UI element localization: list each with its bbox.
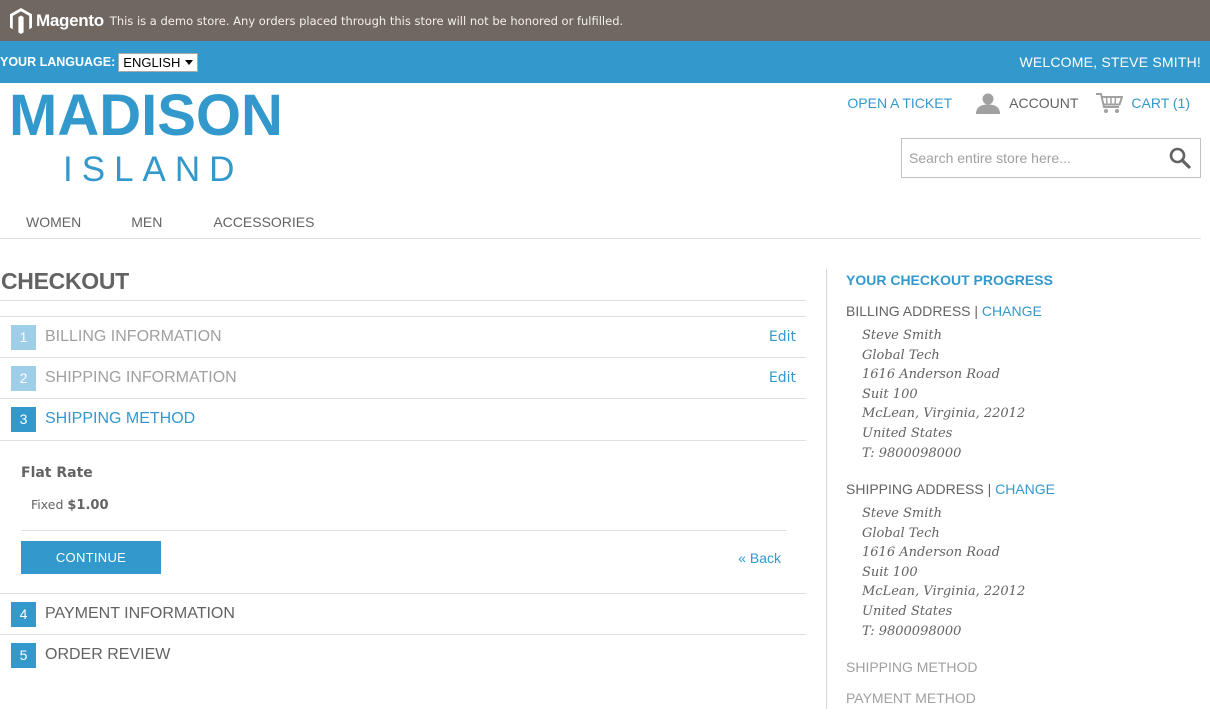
separator: | [987,481,992,497]
address-line: United States [862,425,953,441]
welcome-message: WELCOME, STEVE SMITH! [1019,54,1201,70]
step-number: 4 [11,601,36,627]
search-box [901,138,1201,178]
cart-link[interactable]: CART (1) [1096,92,1190,114]
progress-payment-method: PAYMENT METHOD [846,690,976,706]
language-bar: YOUR LANGUAGE: ENGLISH WELCOME, STEVE SM… [0,41,1210,83]
step-label: BILLING INFORMATION [45,328,222,345]
page-title: CHECKOUT [1,268,129,294]
title-divider [0,300,806,301]
address-line: T: 9800098000 [862,623,962,639]
billing-address-label: BILLING ADDRESS [846,303,971,319]
demo-notice-bar: Magento This is a demo store. Any orders… [0,0,1210,41]
language-select-value: ENGLISH [123,54,181,70]
account-icon [976,93,1001,114]
shipping-address-heading: SHIPPING ADDRESS | CHANGE [846,481,1055,497]
address-line: McLean, Virginia, 22012 [862,406,1026,422]
billing-address-heading: BILLING ADDRESS | CHANGE [846,303,1042,319]
search-input[interactable] [909,150,1159,166]
address-line: 1616 Anderson Road [862,545,1000,561]
shipping-address-block: Steve Smith Global Tech 1616 Anderson Ro… [862,504,1025,641]
step-number: 2 [11,365,36,391]
address-line: Global Tech [862,525,940,541]
dropdown-caret-icon [185,59,194,65]
magento-logo-icon [10,7,32,34]
nav-item-men[interactable]: MEN [131,204,162,238]
address-line: Global Tech [862,347,940,363]
nav-item-accessories[interactable]: ACCESSORIES [213,204,314,238]
back-link[interactable]: « Back [738,550,781,566]
address-line: Suit 100 [862,564,918,580]
shipping-option-price: $1.00 [67,498,109,513]
step-label: ORDER REVIEW [45,646,171,663]
address-line: Suit 100 [862,386,918,402]
address-line: United States [862,603,953,619]
step-label: PAYMENT INFORMATION [45,605,235,622]
step-label: SHIPPING METHOD [45,410,196,427]
sidebar-divider [826,269,827,709]
step-payment-information[interactable]: 4 PAYMENT INFORMATION [0,593,806,634]
shipping-option-label: Fixed [31,497,64,512]
account-label: ACCOUNT [1009,95,1079,111]
step-label: SHIPPING INFORMATION [45,369,237,386]
cart-icon [1096,93,1124,113]
edit-billing-link[interactable]: Edit [769,329,796,345]
edit-shipping-link[interactable]: Edit [769,370,796,386]
search-button[interactable] [1169,147,1191,174]
step-number: 3 [11,406,36,432]
main-nav: WOMEN MEN ACCESSORIES [0,204,1201,239]
open-ticket-link[interactable]: OPEN A TICKET [847,95,952,111]
shipping-method-name: Flat Rate [21,465,93,481]
separator: | [974,303,979,319]
shipping-method-panel: Flat Rate Fixed $1.00 CONTINUE « Back [0,440,806,594]
address-line: Steve Smith [862,328,942,343]
progress-shipping-method: SHIPPING METHOD [846,659,978,675]
address-line: McLean, Virginia, 22012 [862,584,1026,600]
step-number: 5 [11,642,36,668]
shipping-method-option: Fixed $1.00 [31,497,109,513]
billing-address-block: Steve Smith Global Tech 1616 Anderson Ro… [862,326,1025,463]
continue-button[interactable]: CONTINUE [21,541,161,574]
search-icon [1169,147,1191,169]
address-line: 1616 Anderson Road [862,367,1000,383]
step-billing-information[interactable]: 1 BILLING INFORMATION Edit [0,316,806,357]
header-links: OPEN A TICKET ACCOUNT CART (1) [847,92,1190,114]
step-shipping-method[interactable]: 3 SHIPPING METHOD [0,398,806,439]
step-order-review[interactable]: 5 ORDER REVIEW [0,634,806,675]
checkout-progress-title: YOUR CHECKOUT PROGRESS [846,272,1053,288]
step-number: 1 [11,324,36,350]
nav-item-women[interactable]: WOMEN [26,204,81,238]
magento-logo: Magento [10,7,104,34]
store-logo-madison[interactable]: MADISON [9,84,283,148]
language-label: YOUR LANGUAGE: [0,55,116,69]
account-link[interactable]: ACCOUNT [976,93,1078,114]
magento-logo-text: Magento [36,10,104,30]
step-shipping-information[interactable]: 2 SHIPPING INFORMATION Edit [0,357,806,398]
change-shipping-link[interactable]: CHANGE [995,481,1055,497]
language-switcher: YOUR LANGUAGE: ENGLISH [0,52,199,72]
change-billing-link[interactable]: CHANGE [982,303,1042,319]
address-line: Steve Smith [862,506,942,521]
language-select[interactable]: ENGLISH [118,52,199,72]
method-divider [21,530,787,531]
address-line: T: 9800098000 [862,445,962,461]
cart-label: CART (1) [1131,95,1190,111]
store-logo-island[interactable]: ISLAND [63,150,243,190]
shipping-address-label: SHIPPING ADDRESS [846,481,984,497]
demo-notice-text: This is a demo store. Any orders placed … [109,13,624,28]
